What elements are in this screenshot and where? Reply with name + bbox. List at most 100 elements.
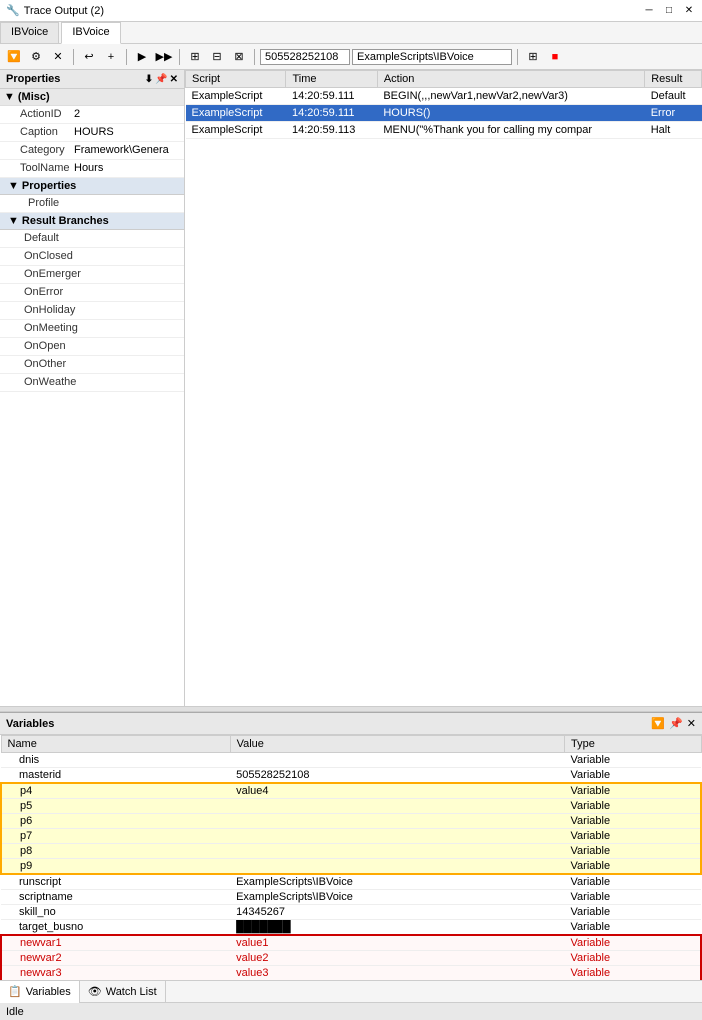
trace-cell-time: 14:20:59.111: [286, 105, 377, 122]
title-text: Trace Output (2): [24, 5, 104, 17]
var-cell-name: runscript: [1, 874, 230, 890]
toolbar-btn-grid2[interactable]: ⊟: [207, 47, 227, 67]
var-cell-name: p6: [1, 814, 230, 829]
variables-tab-icon: 📋: [8, 985, 22, 998]
prop-value-profile: [78, 195, 184, 212]
toolbar-btn-play2[interactable]: ▶▶: [154, 47, 174, 67]
properties-section-header[interactable]: ▼ Properties: [0, 178, 184, 195]
var-cell-name: p7: [1, 829, 230, 844]
var-cell-value: value2: [230, 951, 564, 966]
toolbar-btn-add[interactable]: +: [101, 47, 121, 67]
list-item[interactable]: p7 Variable: [1, 829, 701, 844]
toolbar-btn-grid4[interactable]: ⊞: [523, 47, 543, 67]
toolbar-sep-1: [73, 49, 74, 65]
var-cell-type: Variable: [565, 799, 701, 814]
var-cell-value: ExampleScripts\IBVoice: [230, 874, 564, 890]
list-item[interactable]: scriptname ExampleScripts\IBVoice Variab…: [1, 890, 701, 905]
trace-scroll: Script Time Action Result ExampleScript …: [185, 70, 702, 706]
prop-value-actionid: 2: [70, 106, 184, 123]
toolbar-btn-grid1[interactable]: ⊞: [185, 47, 205, 67]
var-cell-type: Variable: [565, 844, 701, 859]
var-cell-value: value3: [230, 966, 564, 981]
branch-row: OnClosed: [0, 248, 184, 266]
app-icon: 🔧: [6, 4, 20, 17]
tab-variables[interactable]: 📋 Variables: [0, 981, 80, 1003]
script-id-input[interactable]: 505528252108: [260, 49, 350, 65]
toolbar-btn-stop[interactable]: ■: [545, 47, 565, 67]
list-item[interactable]: target_busno ███████ Variable: [1, 920, 701, 936]
toolbar-sep-2: [126, 49, 127, 65]
list-item[interactable]: p9 Variable: [1, 859, 701, 875]
properties-collapse-icon: ▼: [8, 180, 19, 192]
var-cell-type: Variable: [565, 905, 701, 920]
list-item[interactable]: p5 Variable: [1, 799, 701, 814]
properties-sort-btn[interactable]: ⬇: [145, 74, 153, 85]
close-button[interactable]: ✕: [682, 4, 696, 18]
list-item[interactable]: newvar2 value2 Variable: [1, 951, 701, 966]
toolbar-btn-1[interactable]: 🔽: [4, 47, 24, 67]
var-cell-name: p5: [1, 799, 230, 814]
var-cell-name: p9: [1, 859, 230, 875]
var-cell-value: ███████: [230, 920, 564, 936]
var-cell-type: Variable: [565, 814, 701, 829]
var-cell-value: [230, 799, 564, 814]
toolbar-btn-grid3[interactable]: ⊠: [229, 47, 249, 67]
branch-name: OnEmerger: [0, 266, 70, 283]
list-item[interactable]: masterid 505528252108 Variable: [1, 768, 701, 784]
watch-list-tab-icon: 👁: [88, 985, 102, 998]
list-item[interactable]: p4 value4 Variable: [1, 783, 701, 799]
list-item[interactable]: skill_no 14345267 Variable: [1, 905, 701, 920]
result-branches-section-header[interactable]: ▼ Result Branches: [0, 213, 184, 230]
branch-name: OnOther: [0, 356, 70, 373]
list-item[interactable]: newvar1 value1 Variable: [1, 935, 701, 951]
trace-panel: Script Time Action Result ExampleScript …: [185, 70, 702, 706]
maximize-button[interactable]: □: [662, 4, 676, 18]
prop-row-profile: Profile: [0, 195, 184, 213]
list-item[interactable]: p6 Variable: [1, 814, 701, 829]
toolbar-btn-play1[interactable]: ▶: [132, 47, 152, 67]
trace-cell-action: HOURS(): [377, 105, 644, 122]
misc-collapse-icon: ▼: [4, 91, 15, 103]
var-cell-type: Variable: [565, 890, 701, 905]
var-cell-name: newvar2: [1, 951, 230, 966]
branch-row: OnWeathe: [0, 374, 184, 392]
list-item[interactable]: p8 Variable: [1, 844, 701, 859]
var-col-value: Value: [230, 736, 564, 753]
prop-value-toolname: Hours: [70, 160, 184, 177]
trace-cell-time: 14:20:59.111: [286, 88, 377, 105]
properties-pin-btn[interactable]: 📌: [155, 74, 167, 85]
tab-watch-list[interactable]: 👁 Watch List: [80, 981, 166, 1003]
tab-ibvoice-1[interactable]: IBVoice: [0, 22, 59, 43]
watch-list-tab-label: Watch List: [106, 986, 157, 998]
var-cell-type: Variable: [565, 783, 701, 799]
trace-cell-script: ExampleScript: [186, 105, 286, 122]
var-body: dnis Variable masterid 505528252108 Vari…: [1, 753, 701, 981]
list-item[interactable]: newvar3 value3 Variable: [1, 966, 701, 981]
properties-header-btns: ⬇ 📌 ✕: [145, 74, 178, 85]
branch-row: OnMeeting: [0, 320, 184, 338]
toolbar-btn-2[interactable]: ⚙: [26, 47, 46, 67]
col-time: Time: [286, 71, 377, 88]
variables-section: Variables 🔽 📌 ✕ Name Value Type dnis Var…: [0, 712, 702, 1002]
table-row[interactable]: ExampleScript 14:20:59.111 BEGIN(,,,newV…: [186, 88, 702, 105]
tab-ibvoice-2[interactable]: IBVoice: [61, 22, 120, 44]
trace-table: Script Time Action Result ExampleScript …: [185, 70, 702, 139]
prop-name-category: Category: [0, 142, 70, 159]
minimize-button[interactable]: ─: [642, 4, 656, 18]
branch-row: OnError: [0, 284, 184, 302]
toolbar-btn-3[interactable]: ✕: [48, 47, 68, 67]
misc-section-header[interactable]: ▼ (Misc): [0, 89, 184, 106]
var-cell-name: dnis: [1, 753, 230, 768]
table-row[interactable]: ExampleScript 14:20:59.111 HOURS() Error: [186, 105, 702, 122]
var-cell-name: scriptname: [1, 890, 230, 905]
script-path-input[interactable]: ExampleScripts\IBVoice: [352, 49, 512, 65]
var-cell-name: skill_no: [1, 905, 230, 920]
result-branches-label: Result Branches: [22, 215, 109, 227]
properties-close-btn[interactable]: ✕: [170, 74, 178, 85]
list-item[interactable]: dnis Variable: [1, 753, 701, 768]
prop-row-toolname: ToolName Hours: [0, 160, 184, 178]
var-cell-name: target_busno: [1, 920, 230, 936]
table-row[interactable]: ExampleScript 14:20:59.113 MENU("%Thank …: [186, 122, 702, 139]
toolbar-btn-undo[interactable]: ↩: [79, 47, 99, 67]
list-item[interactable]: runscript ExampleScripts\IBVoice Variabl…: [1, 874, 701, 890]
